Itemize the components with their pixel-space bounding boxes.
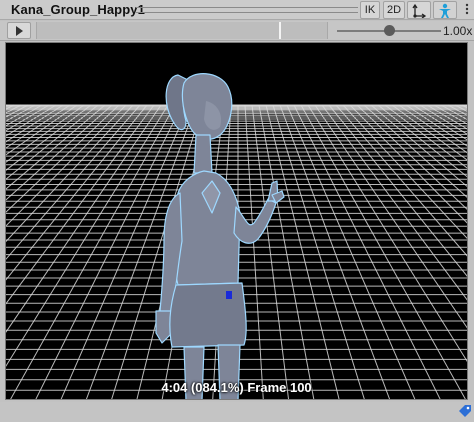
speed-slider-thumb[interactable] — [384, 25, 395, 36]
header-grip[interactable] — [136, 7, 358, 13]
preview-footer — [0, 402, 474, 422]
pivot-move-icon — [412, 3, 427, 18]
play-button[interactable] — [7, 22, 31, 39]
ik-toggle-button[interactable]: IK — [360, 1, 380, 19]
pivot-toggle-button[interactable] — [407, 1, 431, 19]
context-menu-icon — [465, 3, 469, 15]
play-icon — [16, 26, 23, 36]
character-model — [155, 73, 285, 399]
preview-header: Kana_Group_Happy1 IK 2D — [0, 0, 474, 20]
preview-status-text: 4:04 (084.1%) Frame 100 — [161, 380, 312, 395]
preview-viewport[interactable]: 4:04 (084.1%) Frame 100 — [5, 42, 468, 400]
speed-value: 1.00x — [443, 24, 473, 38]
context-menu-button[interactable] — [460, 1, 474, 19]
animation-preview-window: Kana_Group_Happy1 IK 2D 1.00x 4:04 (084.… — [0, 0, 474, 422]
clip-name: Kana_Group_Happy1 — [11, 2, 145, 17]
asset-label-icon[interactable] — [458, 405, 472, 419]
avatar-preview-button[interactable] — [433, 1, 457, 19]
playhead[interactable] — [279, 22, 281, 39]
2d-toggle-button[interactable]: 2D — [383, 1, 405, 19]
avatar-body-icon — [439, 3, 451, 18]
timeline-scrubber[interactable] — [36, 22, 328, 39]
playback-bar: 1.00x — [0, 21, 474, 41]
preview-scene — [6, 73, 467, 399]
